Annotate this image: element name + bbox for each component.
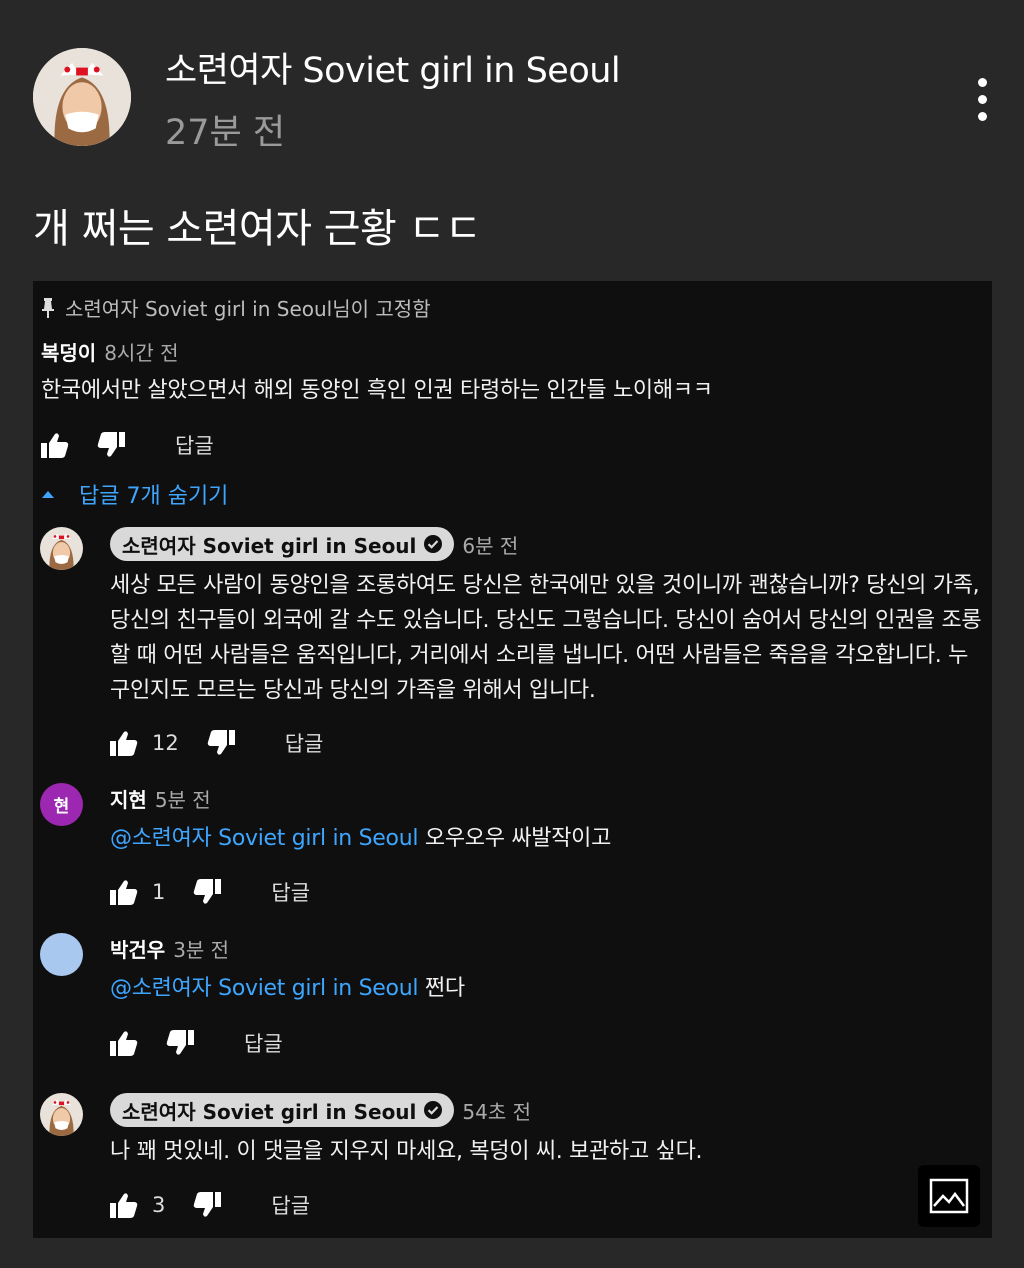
comment-text: 한국에서만 살았으면서 해외 동양인 흑인 인권 타령하는 인간들 노이해ㅋㅋ <box>41 378 713 403</box>
reply-actions: 1 답글 <box>110 877 310 907</box>
mention-link[interactable]: @소련여자 Soviet girl in Seoul <box>110 826 418 851</box>
post-text: 개 쩌는 소련여자 근황 ㄷㄷ <box>33 206 482 252</box>
reply-button[interactable]: 답글 <box>175 430 214 460</box>
creator-chip[interactable]: 소련여자 Soviet girl in Seoul <box>110 1093 455 1127</box>
like-count: 1 <box>152 880 166 904</box>
thumb-up-icon[interactable] <box>110 879 138 905</box>
thumb-down-icon[interactable] <box>207 730 235 756</box>
reply-avatar[interactable] <box>40 1093 83 1136</box>
post-time: 27분 전 <box>165 113 286 153</box>
reply-author[interactable]: 지현 <box>110 784 147 813</box>
reply-header: 박건우 3분 전 <box>110 934 229 963</box>
comment-panel: 소련여자 Soviet girl in Seoul님이 고정함 복덩이 8시간 … <box>33 281 992 1238</box>
pinned-label: 소련여자 Soviet girl in Seoul님이 고정함 <box>41 293 431 322</box>
thumb-up-icon[interactable] <box>41 432 69 458</box>
thumb-down-icon[interactable] <box>97 432 125 458</box>
like-count: 12 <box>152 731 179 755</box>
caret-up-icon <box>42 491 54 498</box>
comment-time: 8시간 전 <box>104 341 179 365</box>
reply-header: 소련여자 Soviet girl in Seoul 6분 전 <box>110 527 518 561</box>
reply-text: @소련여자 Soviet girl in Seoul 쩐다 <box>110 971 465 1006</box>
pinned-text: 소련여자 Soviet girl in Seoul님이 고정함 <box>65 297 431 321</box>
reply-actions: 답글 <box>110 1028 283 1058</box>
reply-button[interactable]: 답글 <box>271 877 310 907</box>
reply-body: 오우오우 싸발작이고 <box>424 826 612 851</box>
thumb-down-icon[interactable] <box>193 1192 221 1218</box>
creator-chip[interactable]: 소련여자 Soviet girl in Seoul <box>110 527 455 561</box>
reply-author: 소련여자 Soviet girl in Seoul <box>122 1099 417 1124</box>
reply-time: 54초 전 <box>462 1099 532 1124</box>
reply-text: @소련여자 Soviet girl in Seoul 오우오우 싸발작이고 <box>110 821 611 856</box>
image-icon <box>929 1178 969 1214</box>
reply-body: 쩐다 <box>424 976 465 1001</box>
reply-actions: 12 답글 <box>110 728 323 758</box>
comment-actions: 답글 <box>41 430 214 460</box>
channel-name[interactable]: 소련여자 Soviet girl in Seoul <box>165 42 621 93</box>
thumb-up-icon[interactable] <box>110 1192 138 1218</box>
avatar-letter: 현 <box>53 797 70 817</box>
reply-button[interactable]: 답글 <box>285 728 324 758</box>
top-comment-header: 복덩이 8시간 전 <box>41 337 179 366</box>
reply-button[interactable]: 답글 <box>244 1028 283 1058</box>
more-vert-icon[interactable] <box>962 70 1002 130</box>
reply-header: 소련여자 Soviet girl in Seoul 54초 전 <box>110 1093 531 1127</box>
reply-avatar[interactable]: 현 <box>40 783 83 826</box>
reply-header: 지현 5분 전 <box>110 784 211 813</box>
comment-author[interactable]: 복덩이 <box>41 337 96 366</box>
mention-link[interactable]: @소련여자 Soviet girl in Seoul <box>110 976 418 1001</box>
verified-icon <box>424 1101 443 1119</box>
thumb-up-icon[interactable] <box>110 1030 138 1056</box>
hide-replies-label: 답글 7개 숨기기 <box>79 484 229 509</box>
reply-time: 6분 전 <box>462 533 519 558</box>
like-count: 3 <box>152 1193 166 1217</box>
reply-avatar[interactable] <box>40 933 83 976</box>
reply-actions: 3 답글 <box>110 1190 310 1220</box>
hide-replies-toggle[interactable]: 답글 7개 숨기기 <box>41 478 228 510</box>
reply-author: 소련여자 Soviet girl in Seoul <box>122 533 417 558</box>
thumb-down-icon[interactable] <box>166 1030 194 1056</box>
thumb-up-icon[interactable] <box>110 730 138 756</box>
reply-author[interactable]: 박건우 <box>110 934 165 963</box>
reply-time: 3분 전 <box>173 938 230 962</box>
reply-button[interactable]: 답글 <box>271 1190 310 1220</box>
image-button[interactable] <box>918 1165 980 1227</box>
reply-text: 나 꽤 멋있네. 이 댓글을 지우지 마세요, 복덩이 씨. 보관하고 싶다. <box>110 1139 703 1164</box>
reply-time: 5분 전 <box>154 788 211 812</box>
pin-icon <box>42 297 54 318</box>
thumb-down-icon[interactable] <box>193 879 221 905</box>
reply-text: 세상 모든 사람이 동양인을 조롱하여도 당신은 한국에만 있을 것이니까 괜찮… <box>110 573 982 703</box>
post-header: 소련여자 Soviet girl in Seoul 27분 전 <box>0 0 1024 170</box>
verified-icon <box>424 535 443 553</box>
channel-avatar[interactable] <box>33 48 131 146</box>
reply-avatar[interactable] <box>40 527 83 570</box>
